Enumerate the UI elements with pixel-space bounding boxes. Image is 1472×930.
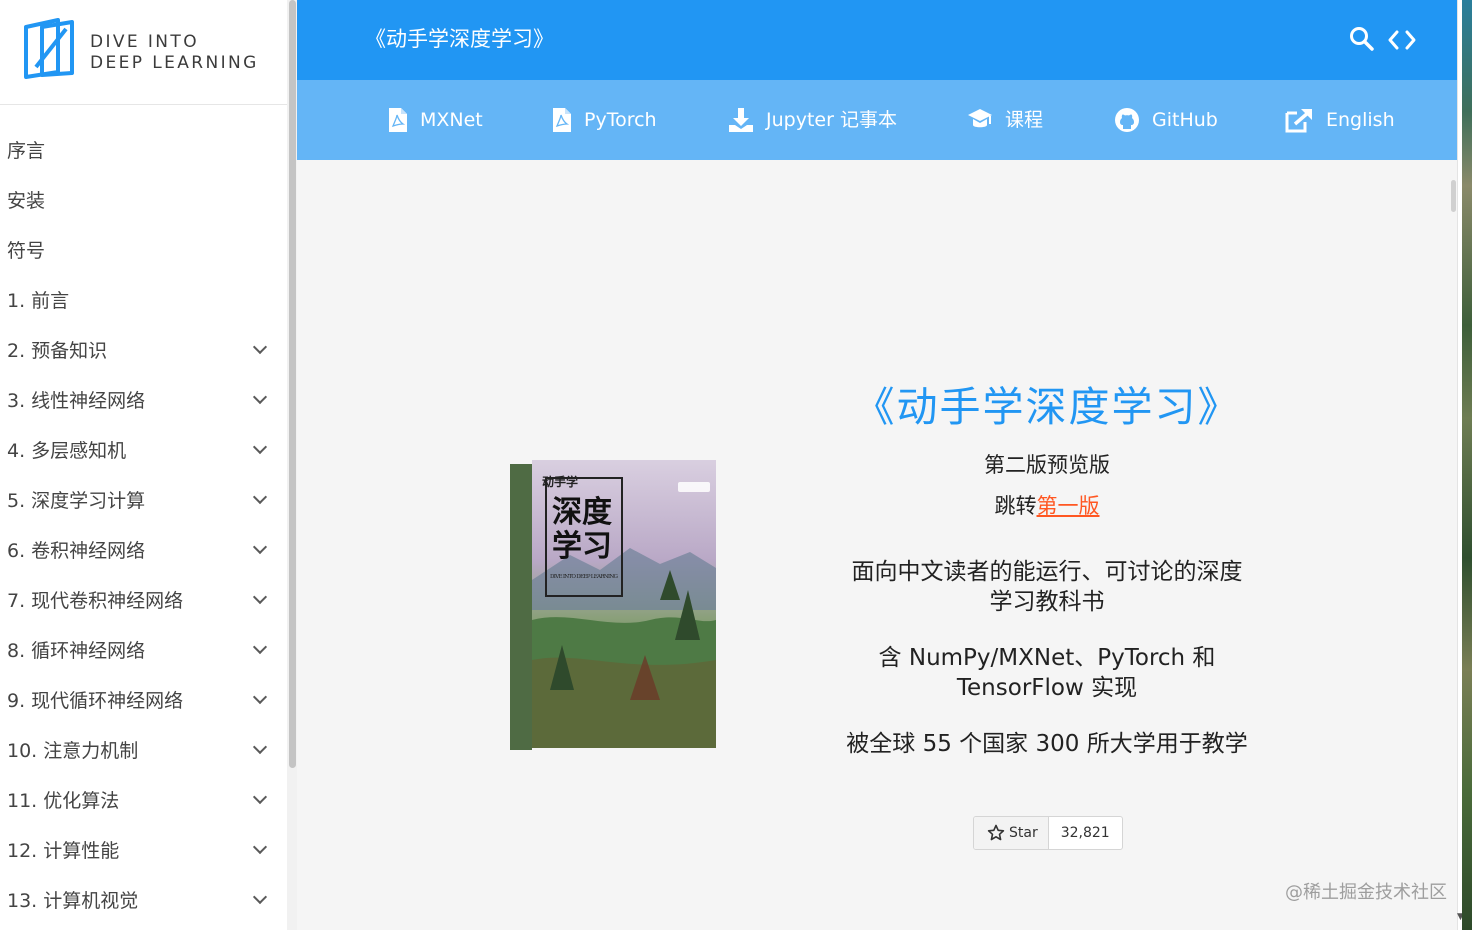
first-edition-link[interactable]: 第一版	[1037, 494, 1100, 518]
logo-line-1: DIVE INTO	[90, 32, 199, 52]
edition-label: 第二版预览版	[984, 453, 1110, 477]
mxnet-pdf-link[interactable]: MXNet	[388, 104, 483, 136]
chevron-down-icon[interactable]	[252, 339, 268, 355]
logo-line-2: DEEP LEARNING	[90, 53, 259, 73]
nav-link-label: GitHub	[1152, 109, 1218, 131]
cover-subtitle: DIVE INTO DEEP LEARNING	[550, 574, 619, 580]
sidebar-item[interactable]: 10. 注意力机制	[0, 726, 287, 776]
sidebar-item-label: 5. 深度学习计算	[7, 490, 146, 512]
background-window-strip	[1462, 0, 1472, 930]
nav-link-label: English	[1326, 109, 1395, 131]
sidebar-item-label: 1. 前言	[7, 290, 70, 312]
main-scrollbar-thumb[interactable]	[1451, 180, 1456, 212]
sidebar-nav: 序言安装符号 1. 前言 2. 预备知识 3. 线性神经网络 4. 多层感知机 5. 深度…	[0, 126, 287, 926]
sidebar-item[interactable]: 安装	[0, 176, 287, 226]
sidebar-item[interactable]: 7. 现代卷积神经网络	[0, 576, 287, 626]
chevron-down-icon[interactable]	[252, 439, 268, 455]
chevron-down-icon[interactable]	[252, 839, 268, 855]
chevron-down-icon[interactable]	[252, 539, 268, 555]
description-1: 面向中文读者的能运行、可讨论的深度学习教科书	[851, 559, 1243, 615]
sidebar-item-label: 安装	[7, 190, 46, 212]
english-version-link[interactable]: English	[1284, 104, 1395, 136]
sidebar-item[interactable]: 12. 计算性能	[0, 826, 287, 876]
download-icon	[729, 108, 753, 132]
cover-title-top: 动手学	[542, 474, 578, 489]
cover-title-main-2: 学习	[552, 529, 612, 564]
sidebar-item-label: 13. 计算机视觉	[7, 890, 139, 912]
main-content: 动手学 深度 学习 DIVE INTO DEEP LEARNING 《动手学深度…	[297, 160, 1457, 930]
top-header: 《动手学深度学习》	[297, 0, 1457, 80]
hero-section: 《动手学深度学习》 第二版预览版 跳转第一版 面向中文读者的能运行、可讨论的深度…	[827, 380, 1267, 759]
sidebar-item[interactable]: 13. 计算机视觉	[0, 876, 287, 926]
course-link[interactable]: 课程	[967, 104, 1043, 136]
sidebar-item-label: 12. 计算性能	[7, 840, 120, 862]
logo-text: DIVE INTO DEEP LEARNING	[90, 32, 259, 74]
sidebar-item[interactable]: 3. 线性神经网络	[0, 376, 287, 426]
sidebar-item[interactable]: 1. 前言	[0, 276, 287, 326]
nav-link-label: PyTorch	[584, 109, 657, 131]
sidebar-item[interactable]: 符号	[0, 226, 287, 276]
star-icon	[987, 824, 1005, 841]
page-title[interactable]: 《动手学深度学习》	[365, 24, 554, 54]
chevron-down-icon[interactable]	[252, 689, 268, 705]
pytorch-pdf-link[interactable]: PyTorch	[552, 104, 657, 136]
jupyter-download-link[interactable]: Jupyter 记事本	[728, 104, 897, 136]
cover-title-main-1: 深度	[552, 495, 612, 530]
chevron-down-icon[interactable]	[252, 589, 268, 605]
chevron-down-icon[interactable]	[252, 889, 268, 905]
jump-prefix: 跳转	[994, 494, 1037, 518]
code-icon[interactable]	[1387, 28, 1417, 52]
sidebar-item-label: 7. 现代卷积神经网络	[7, 590, 184, 612]
sidebar-item[interactable]: 5. 深度学习计算	[0, 476, 287, 526]
sidebar-item-label: 4. 多层感知机	[7, 440, 127, 462]
sidebar-item-label: 11. 优化算法	[7, 790, 120, 812]
description-3: 被全球 55 个国家 300 所大学用于教学	[846, 731, 1248, 757]
sidebar-item-label: 3. 线性神经网络	[7, 390, 146, 412]
sidebar-item-label: 2. 预备知识	[7, 340, 108, 362]
nav-link-label: 课程	[1005, 109, 1044, 131]
star-label: Star	[1009, 825, 1038, 841]
sidebar-item-label: 6. 卷积神经网络	[7, 540, 146, 562]
sidebar: DIVE INTO DEEP LEARNING 序言安装符号 1. 前言 2. 预备…	[0, 0, 287, 930]
jump-line: 跳转第一版	[827, 491, 1267, 521]
star-count[interactable]: 32,821	[1049, 817, 1122, 849]
chevron-down-icon[interactable]	[252, 389, 268, 405]
nav-links-bar: MXNet PyTorch Jupyter 记事本 课程 GitHub Engl…	[297, 80, 1457, 160]
github-link[interactable]: GitHub	[1114, 104, 1218, 136]
hero-title: 《动手学深度学习》	[853, 383, 1241, 431]
sidebar-item-label: 9. 现代循环神经网络	[7, 690, 184, 712]
logo-icon	[24, 18, 74, 79]
watermark: @稀土掘金技术社区	[1285, 882, 1447, 903]
pdf-icon	[553, 108, 571, 132]
sidebar-item[interactable]: 8. 循环神经网络	[0, 626, 287, 676]
github-icon	[1115, 108, 1139, 132]
chevron-down-icon[interactable]	[252, 639, 268, 655]
sidebar-item-label: 序言	[7, 140, 46, 162]
github-star-widget: Star 32,821	[973, 816, 1123, 850]
graduation-cap-icon	[968, 109, 992, 128]
chevron-down-icon[interactable]	[252, 489, 268, 505]
star-button[interactable]: Star	[974, 817, 1049, 849]
sidebar-item[interactable]: 序言	[0, 126, 287, 176]
sidebar-item-label: 10. 注意力机制	[7, 740, 139, 762]
sidebar-item[interactable]: 4. 多层感知机	[0, 426, 287, 476]
sidebar-item[interactable]: 6. 卷积神经网络	[0, 526, 287, 576]
nav-link-label: MXNet	[420, 109, 483, 131]
chevron-down-icon[interactable]	[252, 789, 268, 805]
book-cover-image[interactable]: 动手学 深度 学习 DIVE INTO DEEP LEARNING	[510, 460, 718, 752]
site-logo[interactable]: DIVE INTO DEEP LEARNING	[0, 0, 287, 105]
description-2: 含 NumPy/MXNet、PyTorch 和 TensorFlow 实现	[878, 645, 1216, 701]
sidebar-scrollbar-thumb[interactable]	[289, 0, 296, 768]
sidebar-item-label: 8. 循环神经网络	[7, 640, 146, 662]
sidebar-item[interactable]: 2. 预备知识	[0, 326, 287, 376]
chevron-down-icon[interactable]	[252, 739, 268, 755]
pdf-icon	[389, 108, 407, 132]
sidebar-item-label: 符号	[7, 240, 46, 262]
search-icon[interactable]	[1349, 26, 1375, 52]
sidebar-item[interactable]: 11. 优化算法	[0, 776, 287, 826]
external-link-icon	[1285, 109, 1312, 133]
nav-link-label: Jupyter 记事本	[766, 109, 897, 131]
sidebar-item[interactable]: 9. 现代循环神经网络	[0, 676, 287, 726]
